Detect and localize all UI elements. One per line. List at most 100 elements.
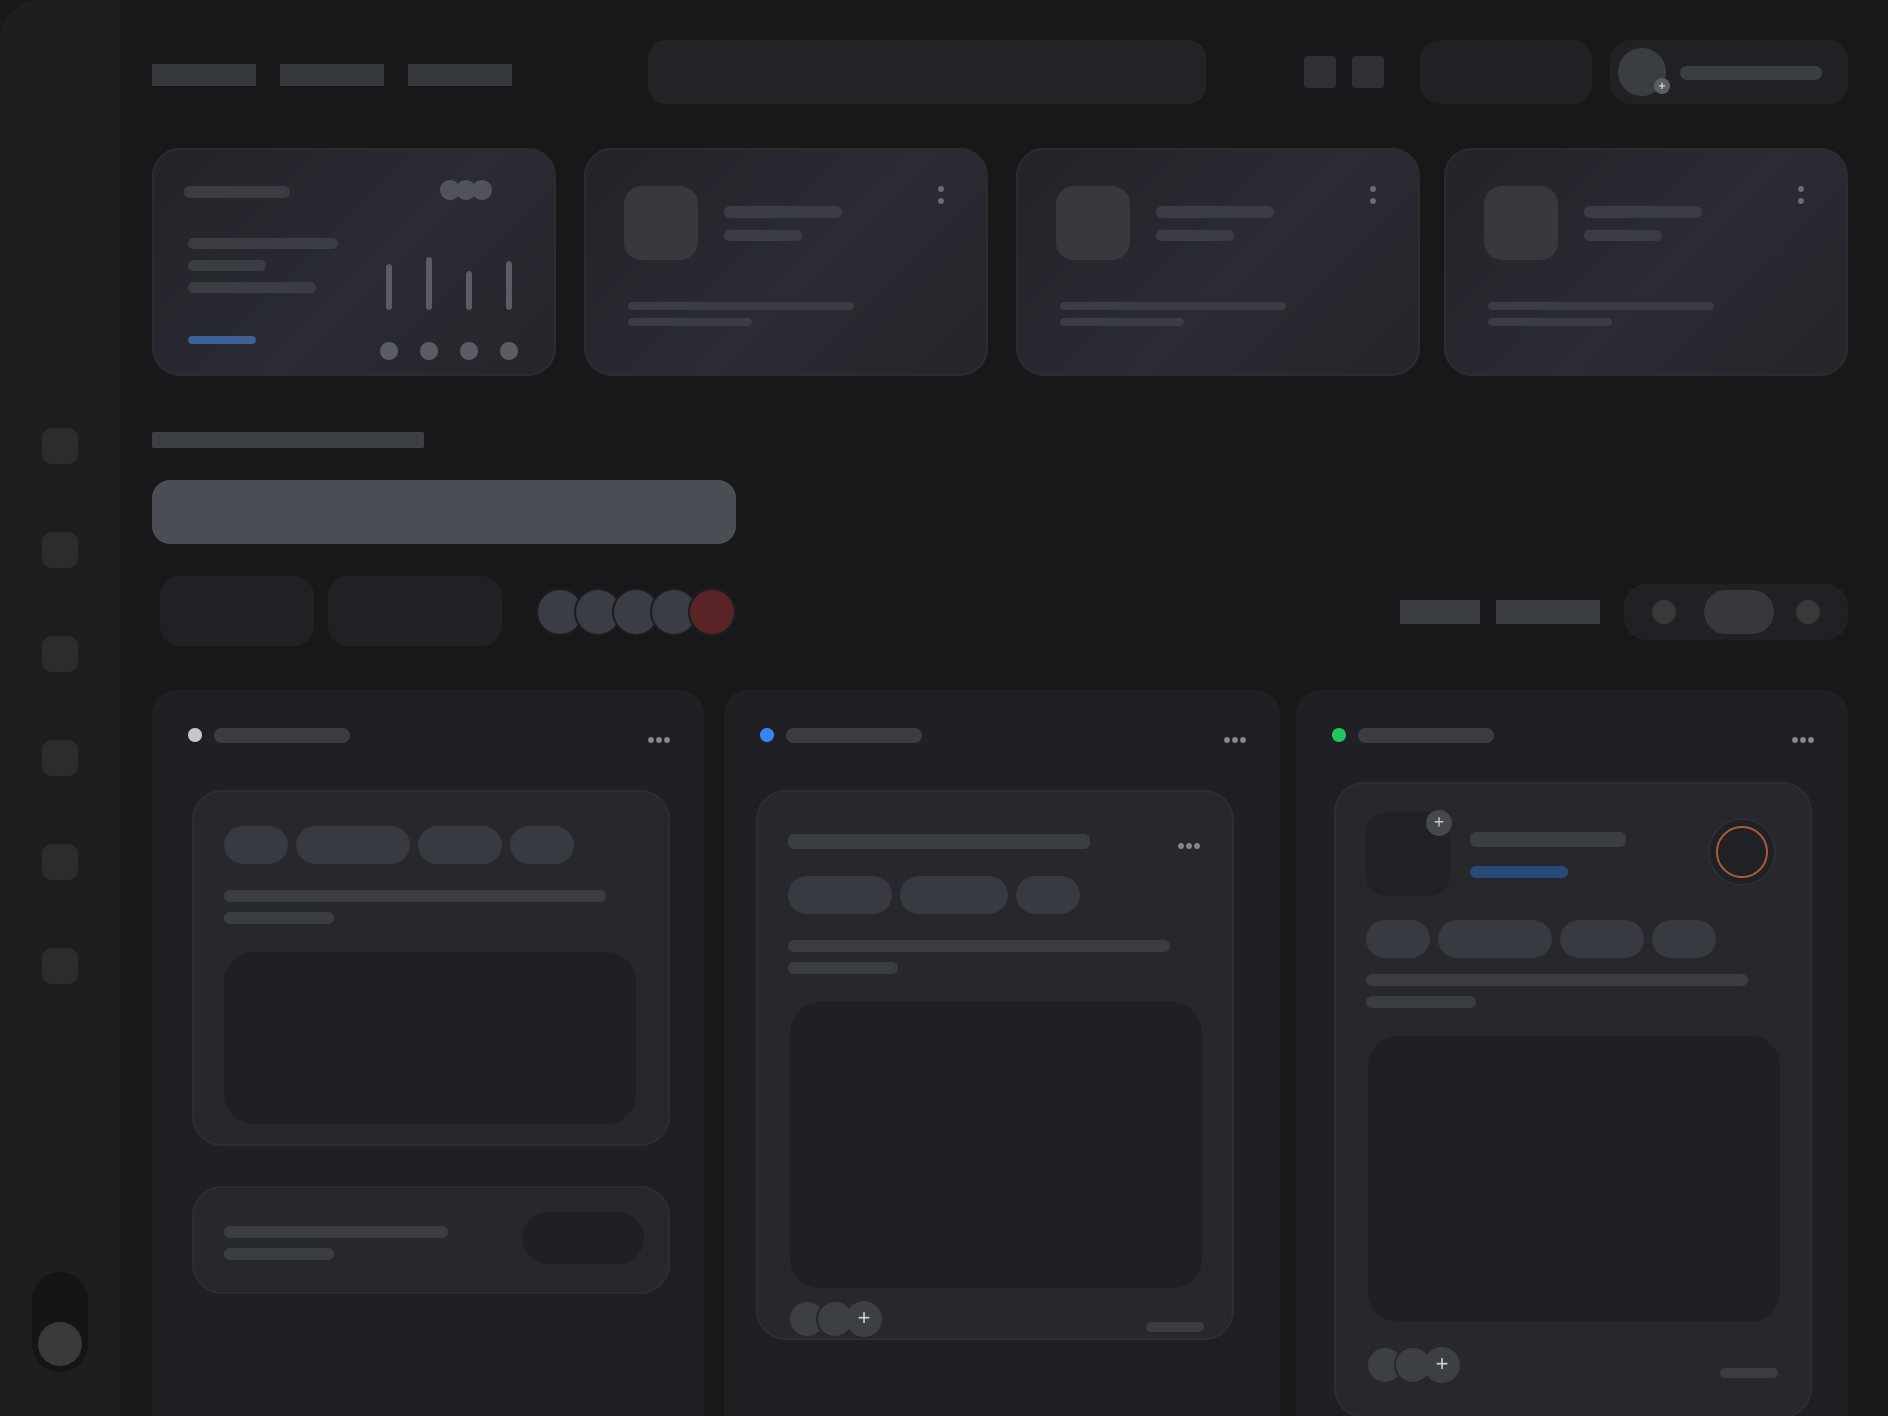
card-line bbox=[1488, 318, 1612, 326]
search-input[interactable] bbox=[648, 40, 1206, 104]
kebab-icon[interactable] bbox=[938, 186, 946, 216]
task-subtitle bbox=[224, 912, 334, 924]
task-description bbox=[788, 940, 1170, 952]
task-card[interactable] bbox=[192, 790, 670, 1146]
card-thumbnail bbox=[1056, 186, 1130, 260]
view-switcher[interactable] bbox=[1624, 584, 1848, 640]
task-action-button[interactable] bbox=[522, 1212, 644, 1264]
card-thumbnail bbox=[624, 186, 698, 260]
member-avatar-stack[interactable] bbox=[536, 584, 744, 640]
toolbar-button-2[interactable] bbox=[1352, 56, 1384, 88]
stat-card-equalizer[interactable] bbox=[152, 148, 556, 376]
status-dot bbox=[760, 728, 774, 742]
more-horizontal-icon[interactable] bbox=[1178, 836, 1202, 849]
user-name bbox=[1680, 66, 1822, 80]
plus-icon[interactable]: + bbox=[1424, 1347, 1460, 1383]
view-tab-1[interactable] bbox=[1400, 600, 1480, 624]
more-horizontal-icon[interactable] bbox=[648, 730, 672, 743]
kebab-icon[interactable] bbox=[1370, 186, 1378, 216]
nav-tab-1[interactable] bbox=[152, 64, 256, 86]
task-card[interactable]: + bbox=[756, 790, 1234, 1340]
toggle-knob-icon bbox=[38, 1322, 82, 1366]
task-title bbox=[1470, 832, 1626, 847]
task-description bbox=[788, 962, 898, 974]
card-line bbox=[1060, 318, 1184, 326]
sidebar-item-6[interactable] bbox=[42, 948, 78, 984]
tag-pill[interactable] bbox=[1016, 876, 1080, 914]
tag-pill[interactable] bbox=[510, 826, 574, 864]
card-line bbox=[628, 302, 854, 310]
card-line bbox=[1488, 302, 1714, 310]
equalizer-slider-1[interactable] bbox=[380, 240, 398, 360]
kebab-icon[interactable] bbox=[1798, 186, 1806, 216]
section-title bbox=[152, 432, 424, 448]
task-title bbox=[224, 890, 606, 902]
card-title bbox=[184, 186, 290, 198]
kanban-column-in-progress: + bbox=[724, 690, 1280, 1416]
tag-pill[interactable] bbox=[1652, 920, 1716, 958]
card-thumbnail bbox=[1484, 186, 1558, 260]
toolbar-button-1[interactable] bbox=[1304, 56, 1336, 88]
sidebar-item-2[interactable] bbox=[42, 532, 78, 568]
more-icon[interactable] bbox=[440, 180, 494, 200]
tag-pill[interactable] bbox=[1438, 920, 1552, 958]
avatar bbox=[688, 588, 736, 636]
task-meta bbox=[1146, 1322, 1204, 1332]
column-title bbox=[1358, 728, 1494, 743]
filter-button-1[interactable] bbox=[160, 576, 314, 646]
sidebar bbox=[0, 0, 120, 1416]
view-option-list[interactable] bbox=[1652, 600, 1676, 624]
card-title bbox=[1584, 206, 1702, 218]
equalizer-slider-4[interactable] bbox=[500, 240, 518, 360]
task-description bbox=[1366, 996, 1476, 1008]
card-link[interactable] bbox=[188, 336, 256, 344]
equalizer-slider-3[interactable] bbox=[460, 240, 478, 360]
task-preview bbox=[224, 952, 636, 1124]
stat-card[interactable] bbox=[584, 148, 988, 376]
task-subtitle bbox=[1470, 866, 1568, 878]
plus-icon: + bbox=[1654, 78, 1670, 94]
kanban-column-todo bbox=[152, 690, 704, 1416]
sidebar-item-4[interactable] bbox=[42, 740, 78, 776]
equalizer-slider-2[interactable] bbox=[420, 240, 438, 360]
view-option-board[interactable] bbox=[1704, 590, 1774, 634]
kanban-column-done: + + bbox=[1296, 690, 1848, 1416]
tag-pill[interactable] bbox=[1366, 920, 1430, 958]
nav-tab-2[interactable] bbox=[280, 64, 384, 86]
sidebar-item-3[interactable] bbox=[42, 636, 78, 672]
section-banner bbox=[152, 480, 736, 544]
task-preview bbox=[1368, 1036, 1780, 1322]
task-card[interactable]: + + bbox=[1334, 782, 1812, 1416]
card-title bbox=[1156, 206, 1274, 218]
theme-toggle[interactable] bbox=[32, 1272, 88, 1372]
tag-pill[interactable] bbox=[1560, 920, 1644, 958]
plus-icon[interactable]: + bbox=[846, 1301, 882, 1337]
view-option-grid[interactable] bbox=[1796, 600, 1820, 624]
plus-icon[interactable]: + bbox=[1426, 810, 1452, 836]
sidebar-item-5[interactable] bbox=[42, 844, 78, 880]
tag-pill[interactable] bbox=[788, 876, 892, 914]
task-description bbox=[1366, 974, 1748, 986]
task-card-compact[interactable] bbox=[192, 1186, 670, 1294]
card-line bbox=[628, 318, 752, 326]
task-title bbox=[224, 1226, 448, 1238]
card-line bbox=[1060, 302, 1286, 310]
tag-pill[interactable] bbox=[900, 876, 1008, 914]
progress-ring bbox=[1708, 818, 1776, 886]
task-subtitle bbox=[224, 1248, 334, 1260]
task-meta bbox=[1720, 1368, 1778, 1378]
user-profile[interactable]: + bbox=[1610, 40, 1848, 104]
more-horizontal-icon[interactable] bbox=[1224, 730, 1248, 743]
tag-pill[interactable] bbox=[224, 826, 288, 864]
filter-button-2[interactable] bbox=[328, 576, 502, 646]
stat-card[interactable] bbox=[1444, 148, 1848, 376]
view-tab-2[interactable] bbox=[1496, 600, 1600, 624]
tag-pill[interactable] bbox=[418, 826, 502, 864]
header-action-button[interactable] bbox=[1420, 40, 1592, 104]
sidebar-item-1[interactable] bbox=[42, 428, 78, 464]
more-horizontal-icon[interactable] bbox=[1792, 730, 1816, 743]
stat-card[interactable] bbox=[1016, 148, 1420, 376]
tag-pill[interactable] bbox=[296, 826, 410, 864]
card-subtitle bbox=[1156, 230, 1234, 241]
nav-tab-3[interactable] bbox=[408, 64, 512, 86]
